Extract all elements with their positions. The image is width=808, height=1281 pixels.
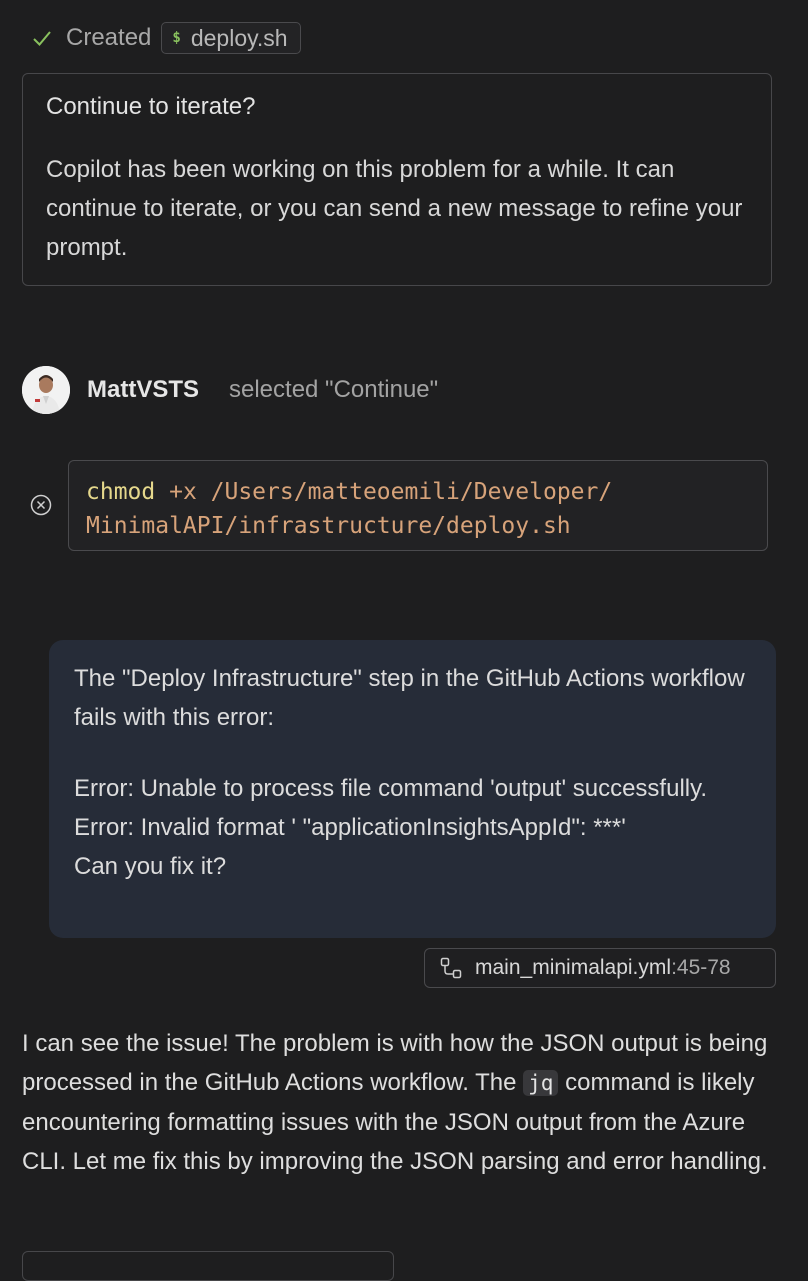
reference-file-name: main_minimalapi.yml xyxy=(475,956,672,979)
command-args: +x /Users/matteoemili/Developer/ xyxy=(155,479,613,505)
command-name: chmod xyxy=(86,479,156,505)
created-file-name: deploy.sh xyxy=(190,24,288,51)
continue-iterate-panel: Continue to iterate? Copilot has been wo… xyxy=(22,73,772,286)
workflow-icon xyxy=(440,957,462,979)
command-line-1: chmod +x /Users/matteoemili/Developer/ xyxy=(86,475,751,509)
avatar-image xyxy=(22,366,70,414)
cancel-circle-icon[interactable] xyxy=(30,494,52,516)
user-message-bubble: The "Deploy Infrastructure" step in the … xyxy=(49,640,776,938)
assistant-response: I can see the issue! The problem is with… xyxy=(22,1024,792,1181)
user-message-text: The "Deploy Infrastructure" step in the … xyxy=(74,665,752,731)
created-label: Created xyxy=(66,24,152,51)
inline-code-jq: jq xyxy=(523,1070,559,1096)
continue-title: Continue to iterate? xyxy=(46,93,256,120)
created-file-row: Created $ deploy.sh xyxy=(32,22,301,54)
terminal-command-block[interactable]: chmod +x /Users/matteoemili/Developer/ M… xyxy=(68,460,768,551)
user-action-text: selected "Continue" xyxy=(229,376,439,403)
command-line-2: MinimalAPI/infrastructure/deploy.sh xyxy=(86,513,571,539)
check-icon xyxy=(33,31,51,46)
dollar-sign-icon: $ xyxy=(172,30,181,46)
avatar xyxy=(22,366,70,414)
user-message-error: Error: Unable to process file command 'o… xyxy=(74,775,707,880)
next-item-stub xyxy=(22,1251,394,1281)
username[interactable]: MattVSTS xyxy=(87,374,199,406)
continue-body: Copilot has been working on this problem… xyxy=(46,156,743,261)
reference-line-range: :45-78 xyxy=(671,956,731,979)
created-file-chip[interactable]: $ deploy.sh xyxy=(161,22,301,54)
file-reference-chip[interactable]: main_minimalapi.yml:45-78 xyxy=(424,948,776,988)
